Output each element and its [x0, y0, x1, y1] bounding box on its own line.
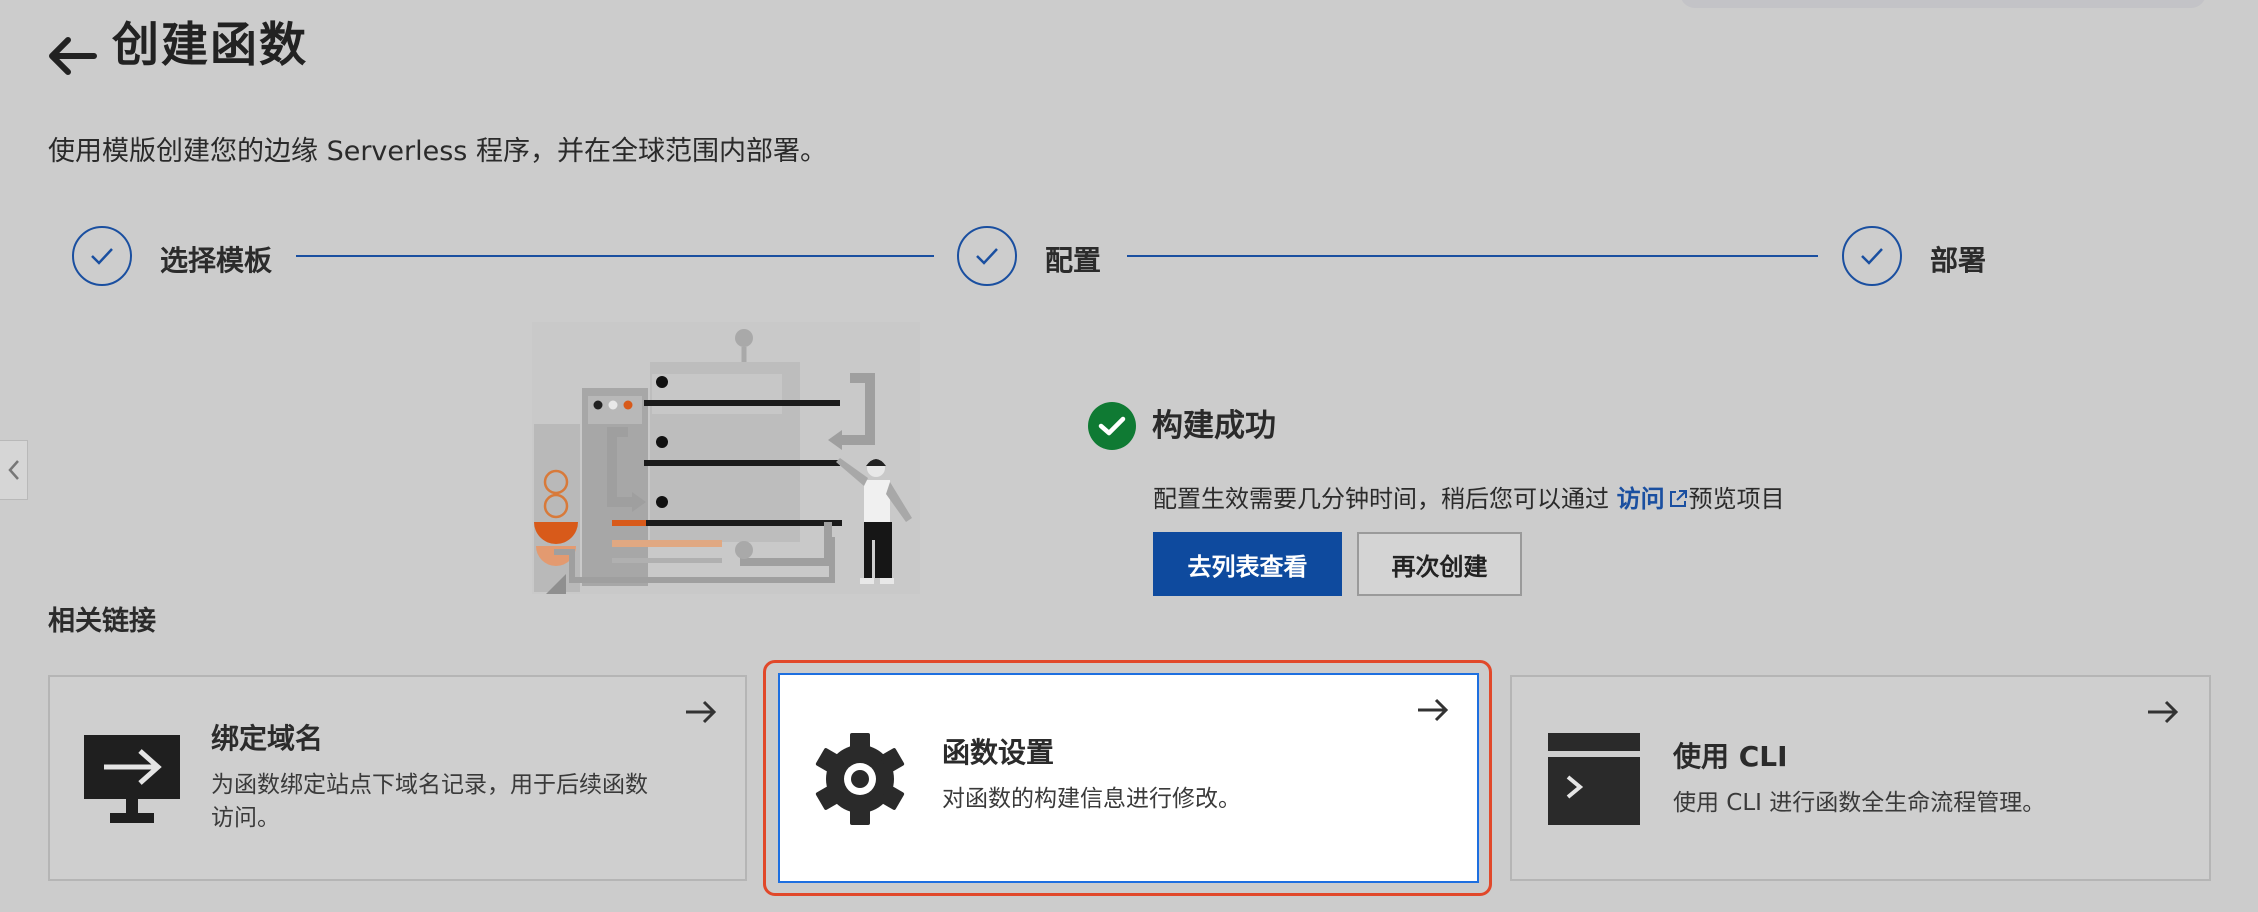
step-label-deploy: 部署	[1930, 244, 1987, 277]
card-description-line1: 为函数绑定站点下域名记录，用于后续函数	[211, 772, 648, 798]
arrow-right-icon	[686, 700, 717, 724]
page-description: 使用模版创建您的边缘 Serverless 程序，并在全球范围内部署。	[48, 136, 827, 167]
related-links-title: 相关链接	[48, 606, 156, 637]
back-arrow-icon[interactable]	[46, 32, 98, 76]
card-description: 使用 CLI 进行函数全生命流程管理。	[1673, 790, 2046, 816]
success-desc-text: 配置生效需要几分钟时间，稍后您可以通过	[1153, 485, 1617, 513]
card-title: 函数设置	[942, 736, 1055, 769]
page-title: 创建函数	[112, 18, 308, 73]
step-2-check-icon	[957, 226, 1017, 286]
step-connector	[296, 255, 934, 257]
monitor-arrow-icon	[84, 735, 180, 823]
card-function-settings[interactable]: 函数设置 对函数的构建信息进行修改。	[778, 673, 1479, 883]
card-title: 使用 CLI	[1673, 740, 1788, 773]
card-description-line2: 访问。	[211, 805, 280, 831]
build-success-description: 配置生效需要几分钟时间，稍后您可以通过 访问 预览项目	[1153, 482, 1785, 516]
card-description: 对函数的构建信息进行修改。	[942, 786, 1241, 812]
create-again-button[interactable]: 再次创建	[1357, 532, 1522, 596]
success-desc-suffix: 预览项目	[1688, 485, 1785, 513]
top-search-pill[interactable]	[1680, 0, 2206, 8]
sidebar-collapse-tab[interactable]	[0, 440, 28, 500]
chevron-left-icon[interactable]	[7, 458, 21, 482]
step-connector	[1127, 255, 1818, 257]
success-check-icon	[1088, 402, 1136, 450]
step-1-check-icon	[72, 226, 132, 286]
card-bind-domain[interactable]: 绑定域名 为函数绑定站点下域名记录，用于后续函数 访问。	[48, 675, 747, 881]
terminal-icon	[1548, 733, 1640, 825]
gear-icon	[815, 733, 905, 825]
build-success-illustration	[532, 322, 920, 594]
arrow-right-icon	[2148, 700, 2179, 724]
visit-link-label[interactable]: 访问	[1617, 485, 1665, 513]
step-label-select-template: 选择模板	[160, 244, 273, 277]
card-title: 绑定域名	[211, 722, 324, 755]
build-success-title: 构建成功	[1152, 408, 1276, 444]
step-3-check-icon	[1842, 226, 1902, 286]
card-use-cli[interactable]: 使用 CLI 使用 CLI 进行函数全生命流程管理。	[1510, 675, 2211, 881]
step-label-config: 配置	[1045, 244, 1102, 277]
visit-link[interactable]: 访问	[1617, 485, 1689, 513]
external-link-icon[interactable]	[1667, 488, 1689, 510]
view-list-button[interactable]: 去列表查看	[1153, 532, 1342, 596]
arrow-right-icon	[1418, 698, 1449, 722]
